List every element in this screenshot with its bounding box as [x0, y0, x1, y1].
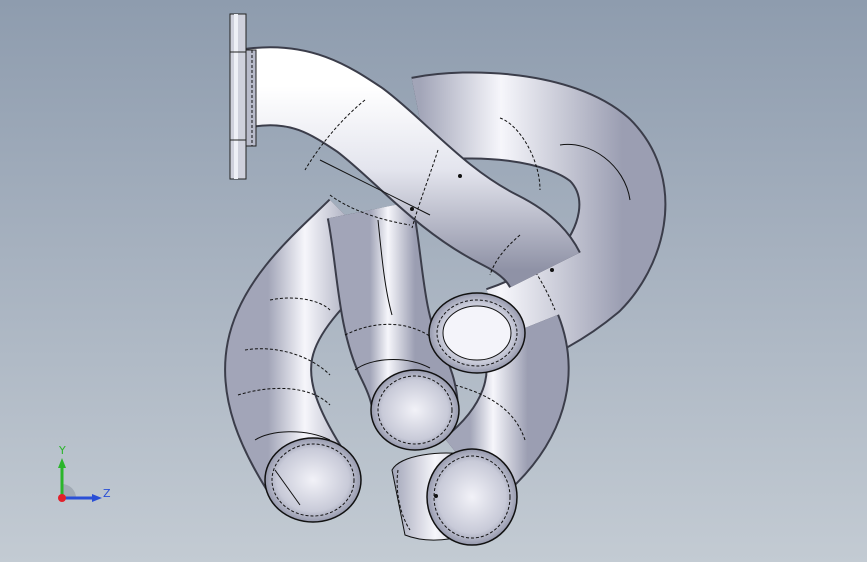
y-axis-label: Y [58, 444, 66, 457]
flange [229, 13, 257, 180]
x-axis-dot [58, 494, 66, 502]
y-arrow-icon [58, 458, 66, 468]
orientation-triad: Y Z [58, 444, 111, 502]
graphics-viewport[interactable]: Y Z [0, 0, 867, 562]
z-arrow-icon [92, 494, 102, 502]
z-axis-label: Z [103, 487, 111, 500]
exhaust-manifold-model[interactable] [0, 0, 867, 562]
outlet-bottom-right [391, 448, 518, 546]
outlet-right [428, 292, 526, 374]
